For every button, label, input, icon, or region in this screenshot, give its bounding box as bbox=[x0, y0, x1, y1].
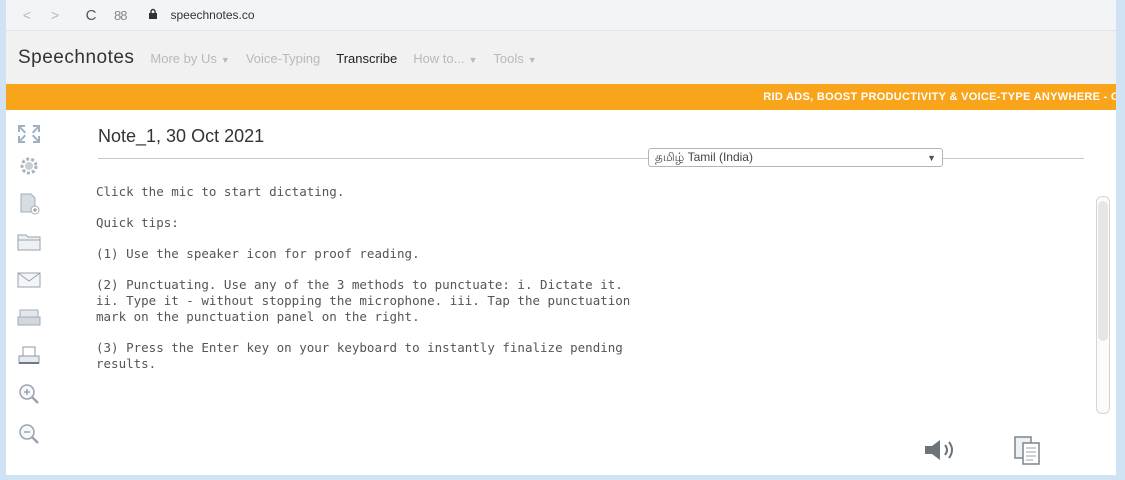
menu-label: More by Us bbox=[150, 50, 217, 66]
app-frame: < > C 88 speechnotes.co Speechnotes More… bbox=[6, 0, 1116, 475]
menu-transcribe[interactable]: Transcribe bbox=[336, 51, 397, 66]
note-title[interactable]: Note_1, 30 Oct 2021 bbox=[98, 126, 264, 147]
note-paragraph: (3) Press the Enter key on your keyboard… bbox=[96, 340, 623, 371]
back-button[interactable]: < bbox=[16, 7, 38, 23]
caret-down-icon: ▼ bbox=[527, 54, 537, 65]
language-value: தமிழ் Tamil (India) bbox=[655, 149, 753, 164]
expand-icon[interactable] bbox=[14, 120, 44, 148]
caret-down-icon: ▼ bbox=[220, 54, 230, 65]
new-file-icon[interactable] bbox=[14, 190, 44, 218]
print-preview-icon[interactable] bbox=[14, 304, 44, 332]
menu-tools[interactable]: Tools ▼ bbox=[493, 51, 536, 66]
browser-toolbar: < > C 88 speechnotes.co bbox=[6, 0, 1116, 30]
speaker-icon[interactable] bbox=[922, 438, 962, 467]
printer-icon[interactable] bbox=[14, 342, 44, 370]
menu-label: How to... bbox=[413, 50, 465, 66]
site-nav: Speechnotes More by Us ▼ Voice-Typing Tra… bbox=[6, 30, 1116, 85]
banner-text: RID ADS, BOOST PRODUCTIVITY & VOICE-TYPE… bbox=[763, 91, 1116, 103]
note-editor[interactable]: Click the mic to start dictating. Quick … bbox=[96, 184, 1096, 416]
language-select[interactable]: தமிழ் Tamil (India) ▼ bbox=[648, 148, 943, 167]
editor-scrollbar[interactable] bbox=[1096, 196, 1110, 414]
scrollbar-thumb[interactable] bbox=[1098, 201, 1108, 341]
menu-label: Tools bbox=[493, 50, 524, 66]
note-paragraph: Quick tips: bbox=[96, 215, 179, 230]
folder-icon[interactable] bbox=[14, 228, 44, 256]
zoom-out-icon[interactable] bbox=[14, 420, 44, 448]
menu-voice-typing[interactable]: Voice-Typing bbox=[246, 51, 320, 66]
menu-how-to[interactable]: How to... ▼ bbox=[413, 51, 477, 66]
forward-button[interactable]: > bbox=[44, 7, 66, 23]
apps-icon[interactable]: 88 bbox=[114, 8, 128, 23]
address-bar[interactable]: speechnotes.co bbox=[170, 8, 254, 22]
left-toolbar bbox=[10, 118, 50, 468]
clipboard-icon[interactable] bbox=[1011, 434, 1043, 471]
note-paragraph: Click the mic to start dictating. bbox=[96, 184, 345, 199]
caret-down-icon: ▼ bbox=[468, 54, 478, 65]
lock-icon[interactable] bbox=[148, 8, 158, 22]
note-paragraph: (1) Use the speaker icon for proof readi… bbox=[96, 246, 420, 261]
reload-button[interactable]: C bbox=[80, 7, 102, 24]
zoom-in-icon[interactable] bbox=[14, 380, 44, 408]
menu-more-by-us[interactable]: More by Us ▼ bbox=[150, 51, 229, 66]
promo-banner[interactable]: RID ADS, BOOST PRODUCTIVITY & VOICE-TYPE… bbox=[6, 84, 1116, 110]
note-paragraph: (2) Punctuating. Use any of the 3 method… bbox=[96, 277, 631, 324]
chevron-down-icon: ▼ bbox=[927, 152, 936, 163]
mail-icon[interactable] bbox=[14, 266, 44, 294]
gear-icon[interactable] bbox=[14, 152, 44, 180]
brand-logo[interactable]: Speechnotes bbox=[18, 47, 134, 69]
